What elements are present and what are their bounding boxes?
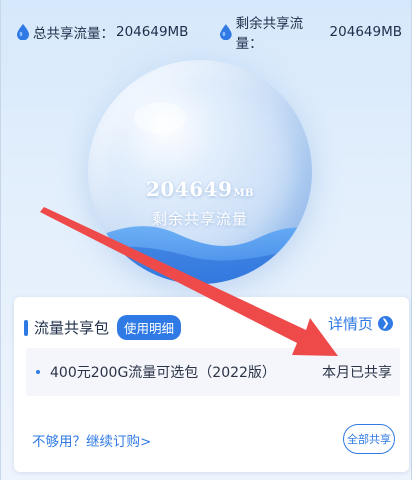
top-stats: 总共享流量： 204649MB 剩余共享流量： 204649MB <box>17 16 402 52</box>
bubble-number: 204649 <box>145 177 233 201</box>
remaining-share-label: 剩余共享流量： <box>235 16 304 52</box>
bubble-remaining-value: 204649MB <box>88 177 312 201</box>
bubble-unit: MB <box>233 188 255 199</box>
details-page-label: 详情页 <box>327 315 373 333</box>
renew-link[interactable]: 不够用？继续订购> <box>32 430 151 450</box>
water-drop-icon <box>220 24 232 40</box>
bullet-dot <box>36 370 40 374</box>
water-wave <box>88 102 312 284</box>
details-page-link[interactable]: 详情页 ❯ <box>328 313 393 334</box>
chevron-right-icon: ❯ <box>378 316 393 331</box>
remaining-share-stat: 剩余共享流量： 204649MB <box>220 12 402 52</box>
package-name: 400元200G流量可选包（2022版） <box>50 365 276 381</box>
card-header: 流量共享包 使用明细 <box>24 315 182 340</box>
total-share-label: 总共享流量： <box>33 26 114 42</box>
bubble-sphere <box>88 60 312 284</box>
package-row[interactable]: 400元200G流量可选包（2022版） 本月已共享 <box>26 348 400 396</box>
usage-details-button[interactable]: 使用明细 <box>117 315 182 340</box>
card-title: 流量共享包 <box>34 319 110 337</box>
remaining-share-value: 204649MB <box>329 24 402 40</box>
share-package-card: 流量共享包 使用明细 详情页 ❯ 400元200G流量可选包（2022版） 本月… <box>14 297 409 472</box>
title-accent-bar <box>24 319 28 336</box>
share-all-button[interactable]: 全部共享 <box>343 424 395 454</box>
bubble-label: 剩余共享流量 <box>151 210 248 228</box>
remaining-bubble: 204649MB 剩余共享流量 <box>88 60 312 284</box>
total-share-value: 204649MB <box>116 24 189 40</box>
package-status: 本月已共享 <box>322 365 392 381</box>
total-share-stat: 总共享流量： 204649MB <box>17 22 188 42</box>
water-drop-icon <box>17 24 29 40</box>
